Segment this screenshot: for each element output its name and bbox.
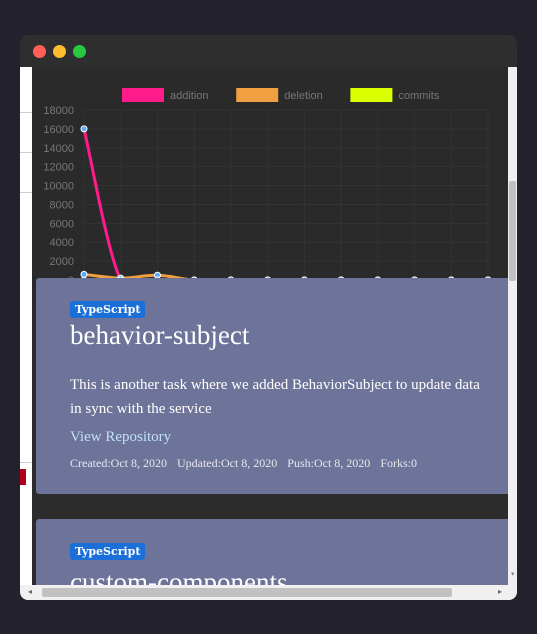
y-tick-label: 16000 (43, 124, 74, 136)
y-tick-label: 6000 (50, 218, 74, 230)
vertical-scrollbar-thumb[interactable] (509, 181, 516, 281)
y-tick-label: 12000 (43, 162, 74, 174)
main-content[interactable]: 18000 16000 14000 12000 10000 8000 6000 4000 200… (32, 67, 508, 585)
legend-swatch (236, 88, 279, 102)
divider (20, 112, 32, 113)
y-tick-label: 4000 (50, 237, 74, 249)
maximize-window-button[interactable] (73, 45, 86, 58)
app-window: 18000 16000 14000 12000 10000 8000 6000 4000 200… (20, 35, 517, 600)
legend-swatch (350, 88, 393, 102)
repo-description: This is another task where we added Beha… (70, 377, 480, 417)
repo-card: TypeScript behavior-subject This is anot… (36, 278, 508, 494)
y-tick-label: 10000 (43, 181, 74, 193)
language-badge: TypeScript (70, 543, 146, 560)
horizontal-scrollbar-thumb[interactable] (42, 588, 452, 597)
chart-svg: 18000 16000 14000 12000 10000 8000 6000 4000 200… (43, 88, 494, 301)
close-window-button[interactable] (33, 45, 46, 58)
scroll-right-arrow-icon[interactable]: ▸ (498, 587, 502, 596)
commit-activity-chart: 18000 16000 14000 12000 10000 8000 6000 4000 200… (32, 67, 508, 310)
y-tick-label: 18000 (43, 105, 74, 117)
data-point-addition (80, 125, 88, 133)
repo-title: behavior-subject (70, 320, 250, 350)
background-red-marker (20, 469, 26, 485)
legend-label: commits (398, 90, 439, 102)
horizontal-scrollbar[interactable]: ◂ ▸ (20, 585, 517, 600)
background-page-strip (20, 67, 32, 585)
repo-title: custom-components (70, 567, 288, 585)
vertical-scrollbar[interactable] (508, 67, 517, 585)
y-tick-label: 8000 (50, 199, 74, 211)
data-point-deletion (80, 270, 88, 278)
divider (20, 152, 32, 153)
minimize-window-button[interactable] (53, 45, 66, 58)
legend-swatch (122, 88, 164, 102)
legend-label: deletion (284, 90, 323, 102)
y-tick-label: 2000 (50, 256, 74, 268)
y-tick-label: 14000 (43, 143, 74, 155)
forks-count: Forks:0 (380, 456, 417, 470)
scroll-left-arrow-icon[interactable]: ◂ (28, 587, 32, 596)
repo-meta: Created:Oct 8, 2020 Updated:Oct 8, 2020 … (70, 456, 424, 471)
language-badge: TypeScript (70, 301, 146, 318)
push-date: Push:Oct 8, 2020 (287, 456, 371, 470)
updated-date: Updated:Oct 8, 2020 (176, 456, 278, 470)
repo-card: TypeScript custom-components (36, 519, 508, 585)
title-bar (20, 35, 517, 67)
view-repository-link[interactable]: View Repository (70, 429, 171, 446)
legend-label: addition (170, 90, 209, 102)
created-date: Created:Oct 8, 2020 (70, 456, 167, 470)
scroll-down-arrow-icon[interactable]: ▾ (511, 570, 515, 578)
divider (20, 192, 32, 193)
divider (20, 462, 32, 463)
